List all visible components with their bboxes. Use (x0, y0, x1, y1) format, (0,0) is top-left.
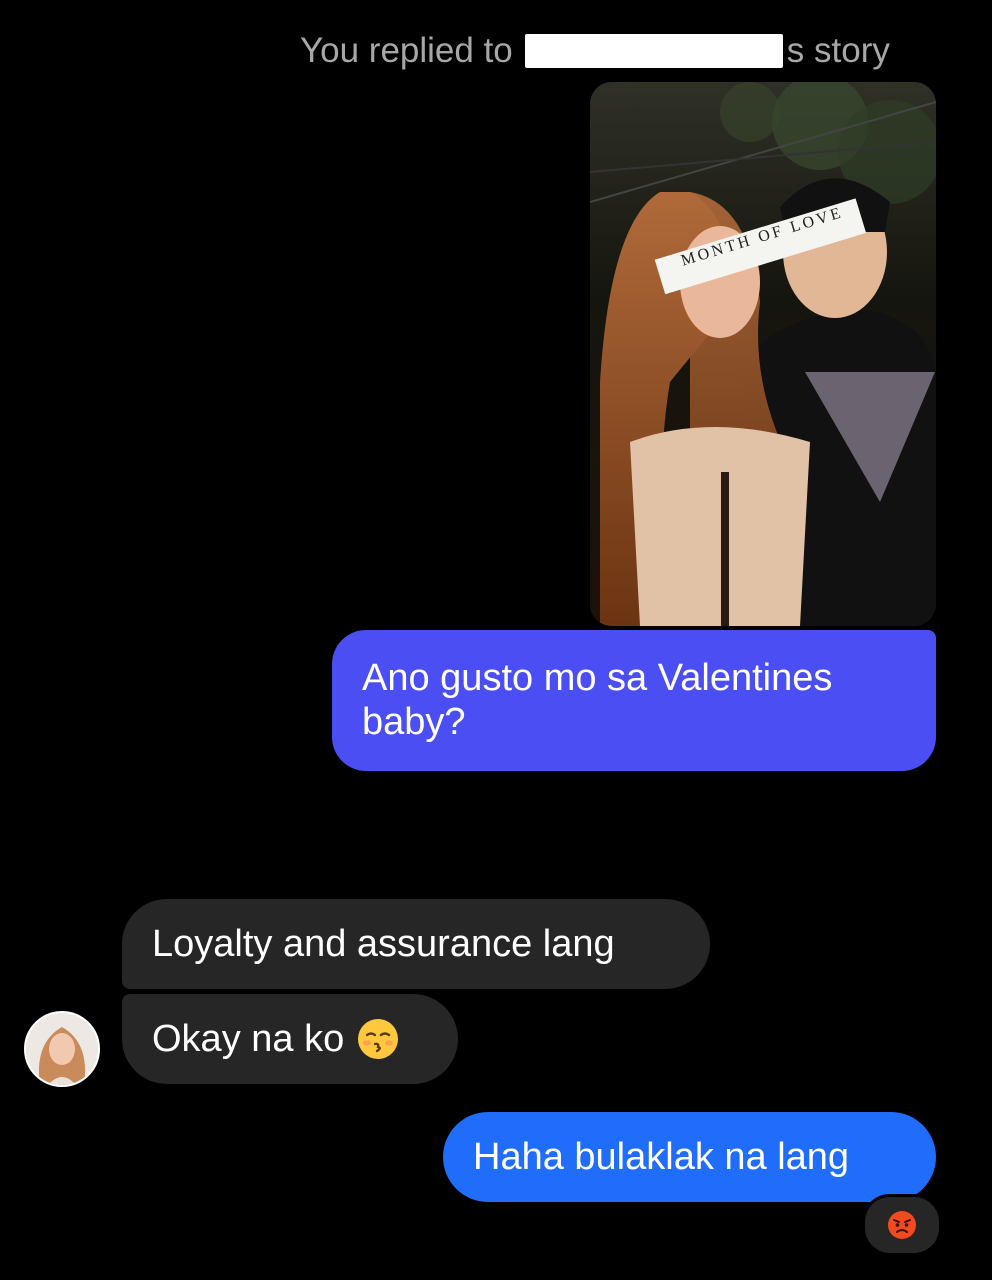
angry-face-icon (888, 1211, 916, 1239)
message-reaction[interactable] (862, 1194, 942, 1256)
avatar-photo (26, 1013, 98, 1085)
message-text: Haha bulaklak na lang (473, 1136, 850, 1178)
message-text: Okay na ko (152, 1018, 345, 1060)
story-photo (590, 82, 936, 626)
story-thumbnail[interactable]: MONTH OF LOVE (590, 82, 936, 626)
contact-avatar[interactable] (24, 1011, 100, 1087)
incoming-message-bubble[interactable]: Okay na ko (122, 994, 458, 1084)
message-text: Ano gusto mo sa Valentines baby? (362, 657, 833, 743)
redacted-username (524, 34, 783, 68)
outgoing-message-bubble[interactable]: Ano gusto mo sa Valentines baby? (332, 630, 936, 771)
story-reply-header: You replied to s story (300, 28, 940, 74)
story-reply-suffix: s story (786, 31, 890, 70)
story-reply-prefix: You replied to (300, 31, 513, 70)
message-text: Loyalty and assurance lang (152, 923, 615, 965)
outgoing-message-bubble[interactable]: Haha bulaklak na lang (443, 1112, 936, 1202)
kissing-face-icon (358, 1019, 399, 1059)
incoming-message-bubble[interactable]: Loyalty and assurance lang (122, 899, 710, 989)
